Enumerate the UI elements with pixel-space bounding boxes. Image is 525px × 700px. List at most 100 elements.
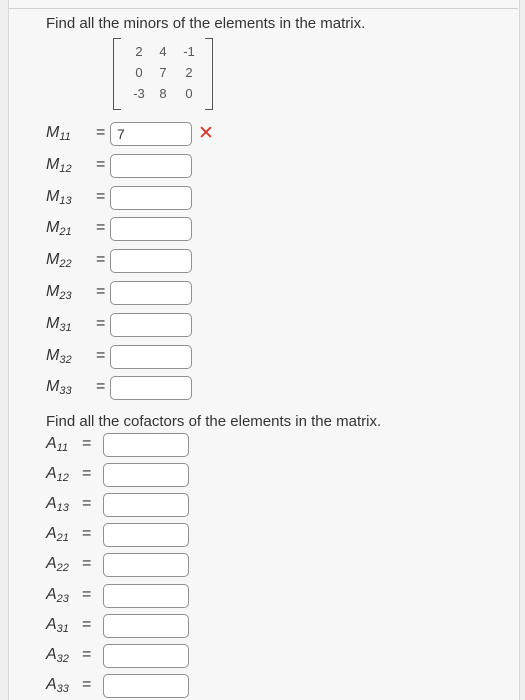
- label-letter: M: [46, 314, 60, 332]
- incorrect-icon: ✕: [198, 123, 214, 144]
- equals-sign: =: [82, 615, 92, 633]
- minor-answer-input[interactable]: [110, 249, 192, 274]
- equals-sign: =: [96, 251, 106, 269]
- cofactor-answer-input[interactable]: [103, 463, 189, 488]
- matrix-cell: -1: [183, 44, 195, 59]
- matrix-cell: 2: [185, 65, 193, 80]
- minor-row: M33 =: [0, 376, 525, 402]
- matrix: 2 4 -1 0 7 2 -3 8 0: [113, 38, 213, 110]
- equals-sign: =: [82, 585, 92, 603]
- cofactor-label: A33: [46, 676, 69, 695]
- cofactor-answer-input[interactable]: [103, 433, 189, 457]
- label-letter: A: [46, 555, 57, 573]
- equals-sign: =: [96, 378, 106, 396]
- cofactor-label: A23: [46, 586, 69, 605]
- label-subscript: 11: [59, 131, 71, 143]
- cofactor-answer-input[interactable]: [103, 523, 189, 548]
- equals-sign: =: [82, 525, 92, 543]
- equals-sign: =: [82, 465, 92, 483]
- equals-sign: =: [96, 155, 106, 173]
- minor-label: M22: [46, 251, 72, 270]
- equals-sign: =: [82, 675, 92, 693]
- equals-sign: =: [82, 495, 92, 513]
- label-subscript: 21: [59, 226, 72, 239]
- label-letter: A: [46, 435, 57, 452]
- minor-label: M12: [46, 156, 72, 175]
- label-subscript: 21: [56, 532, 69, 545]
- minor-row: M32 =: [0, 344, 525, 371]
- label-subscript: 31: [59, 321, 72, 334]
- cofactors-prompt: Find all the cofactors of the elements i…: [46, 413, 382, 430]
- cofactor-answer-input[interactable]: [103, 613, 189, 638]
- equals-sign: =: [96, 219, 106, 237]
- matrix-row-1: 2 4 -1: [121, 44, 205, 64]
- label-letter: M: [46, 155, 60, 173]
- matrix-row-3: -3 8 0: [121, 86, 205, 106]
- label-letter: A: [46, 585, 57, 603]
- cofactor-answer-input[interactable]: [103, 583, 189, 608]
- label-subscript: 33: [59, 385, 72, 398]
- label-letter: M: [46, 124, 60, 141]
- label-letter: A: [46, 525, 57, 543]
- cofactor-row: A32 =: [0, 643, 525, 670]
- label-letter: A: [46, 615, 57, 633]
- cofactor-row: A31 =: [0, 613, 525, 640]
- minor-row: M23 =: [0, 281, 525, 307]
- equals-sign: =: [96, 124, 106, 141]
- minors-prompt: Find all the minors of the elements in t…: [46, 15, 366, 32]
- label-letter: A: [46, 495, 57, 513]
- label-subscript: 22: [59, 258, 72, 271]
- minor-answer-input[interactable]: [110, 185, 192, 210]
- right-bracket: [205, 38, 213, 110]
- minor-answer-input[interactable]: [110, 217, 192, 242]
- label-letter: M: [46, 346, 60, 364]
- label-subscript: 11: [56, 442, 69, 454]
- minor-label: M31: [46, 315, 72, 334]
- equals-sign: =: [96, 283, 106, 300]
- minor-answer-input[interactable]: 7: [110, 122, 192, 146]
- equals-sign: =: [96, 314, 106, 332]
- minor-label: M11: [46, 124, 71, 143]
- cofactor-label: A11: [46, 435, 68, 454]
- minor-row: M13 =: [0, 185, 525, 212]
- minor-row: M11 = 7 ✕: [0, 122, 525, 148]
- divider: [8, 8, 518, 9]
- matrix-cell: 0: [185, 86, 193, 101]
- cofactor-label: A31: [46, 616, 69, 635]
- label-letter: M: [46, 187, 60, 205]
- equals-sign: =: [96, 187, 106, 205]
- label-subscript: 32: [59, 353, 72, 366]
- label-subscript: 12: [59, 162, 72, 175]
- minor-answer-input[interactable]: [110, 376, 192, 401]
- label-letter: M: [46, 283, 60, 300]
- minor-answer-input[interactable]: [110, 281, 192, 305]
- minor-answer-input[interactable]: [110, 312, 192, 337]
- label-subscript: 23: [56, 592, 69, 605]
- minor-answer-input[interactable]: [110, 153, 192, 178]
- label-letter: M: [46, 251, 60, 269]
- label-subscript: 13: [59, 194, 72, 207]
- label-subscript: 31: [56, 622, 69, 635]
- cofactor-label: A32: [46, 646, 69, 665]
- equals-sign: =: [96, 346, 106, 364]
- cofactor-row: A23 =: [0, 583, 525, 610]
- cofactor-row: A21 =: [0, 523, 525, 549]
- minor-row: M22 =: [0, 249, 525, 275]
- matrix-row-2: 0 7 2: [121, 65, 205, 85]
- cofactor-row: A11 =: [0, 433, 525, 459]
- cofactor-label: A21: [46, 525, 69, 544]
- cofactor-answer-input[interactable]: [103, 553, 189, 578]
- label-subscript: 13: [56, 502, 69, 515]
- equals-sign: =: [82, 555, 92, 573]
- minor-label: M32: [46, 347, 72, 366]
- matrix-cell: 8: [159, 86, 167, 101]
- label-subscript: 23: [59, 290, 72, 302]
- label-letter: M: [46, 219, 60, 237]
- cofactor-row: A22 =: [0, 553, 525, 579]
- label-subscript: 33: [56, 682, 69, 695]
- cofactor-answer-input[interactable]: [103, 673, 189, 698]
- minor-answer-input[interactable]: [110, 344, 192, 369]
- cofactor-answer-input[interactable]: [103, 493, 189, 518]
- cofactor-answer-input[interactable]: [103, 643, 189, 668]
- minor-label: M23: [46, 283, 72, 302]
